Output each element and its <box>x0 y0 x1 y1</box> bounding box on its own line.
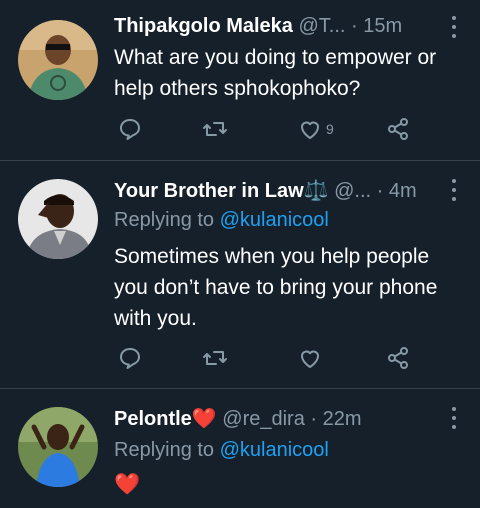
avatar[interactable] <box>18 407 98 487</box>
author-handle[interactable]: @... <box>334 180 371 202</box>
replying-to: Replying to @kulanicool <box>114 437 329 463</box>
tweet-actions: 9 <box>118 114 440 144</box>
share-icon <box>388 347 408 369</box>
retweet-icon <box>203 122 227 136</box>
name-emoji: ⚖️ <box>303 180 329 202</box>
author-name[interactable]: Thipakgolo Maleka <box>114 15 293 37</box>
mention-link[interactable]: @kulanicool <box>220 439 329 461</box>
retweet-button[interactable] <box>202 343 228 373</box>
tweet-text: ❤️ <box>114 473 141 496</box>
retweet-icon <box>203 351 227 365</box>
more-icon[interactable] <box>450 179 458 201</box>
replying-prefix: Replying to <box>114 209 215 231</box>
more-icon[interactable] <box>450 16 458 38</box>
mention-link[interactable]: @kulanicool <box>220 209 329 231</box>
like-icon <box>301 121 319 139</box>
author-name[interactable]: Your Brother in Law <box>114 180 304 202</box>
author-name[interactable]: Pelontle <box>114 408 192 430</box>
reply-button[interactable] <box>118 114 142 144</box>
share-button[interactable] <box>386 114 410 144</box>
tweet-text: What are you doing to empower or help ot… <box>114 46 437 100</box>
timestamp[interactable]: · 15m <box>351 15 402 37</box>
like-icon <box>301 350 319 368</box>
author-handle[interactable]: @re_dira <box>222 408 305 430</box>
avatar[interactable] <box>18 20 98 100</box>
like-count: 9 <box>326 121 334 137</box>
timestamp[interactable]: · 4m <box>377 180 417 202</box>
tweet[interactable]: Your Brother in Law⚖️ @... · 4m Replying… <box>0 161 480 388</box>
more-icon[interactable] <box>450 407 458 429</box>
tweet-actions <box>118 343 440 373</box>
share-button[interactable] <box>386 343 410 373</box>
reply-icon <box>120 119 140 140</box>
share-icon <box>388 118 408 140</box>
replying-to: Replying to @kulanicool <box>114 207 329 233</box>
avatar[interactable] <box>18 179 98 259</box>
reply-button[interactable] <box>118 343 142 373</box>
like-button[interactable]: 9 <box>298 114 334 144</box>
name-emoji: ❤️ <box>191 408 217 430</box>
tweet[interactable]: Thipakgolo Maleka @T... · 15m What are y… <box>0 0 480 160</box>
like-button[interactable] <box>298 343 322 373</box>
tweet-text: Sometimes when you help people you don’t… <box>114 245 438 330</box>
timestamp[interactable]: · 22m <box>310 408 361 430</box>
author-handle[interactable]: @T... <box>299 15 346 37</box>
reply-icon <box>120 348 140 369</box>
replying-prefix: Replying to <box>114 439 215 461</box>
tweet[interactable]: Pelontle❤️ @re_dira · 22m Replying to @k… <box>0 389 480 508</box>
retweet-button[interactable] <box>202 114 228 144</box>
